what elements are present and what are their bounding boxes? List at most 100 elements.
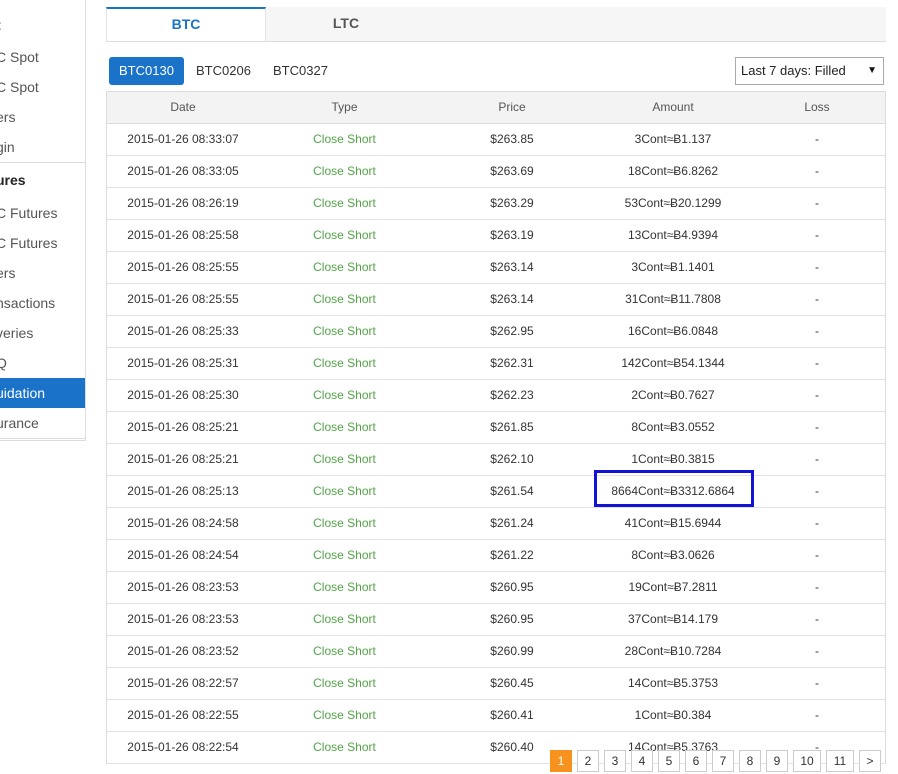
cell-loss: - — [815, 324, 819, 338]
cell-amount: 14Cont≈Ƀ5.3753 — [628, 676, 718, 690]
cell-date: 2015-01-26 08:24:58 — [127, 516, 239, 530]
cell-loss: - — [815, 260, 819, 274]
sidebar-item-label: veries — [0, 325, 34, 341]
cell-loss: - — [815, 708, 819, 722]
cell-price: $263.29 — [490, 196, 534, 210]
table-row: 2015-01-26 08:23:52 Close Short $260.99 28C… — [107, 636, 885, 668]
cell-price: $263.69 — [490, 164, 534, 178]
sidebar-item[interactable]: veries — [0, 318, 85, 348]
table-row: 2015-01-26 08:24:58 Close Short $261.24 41C… — [107, 508, 885, 540]
cell-price: $263.14 — [490, 260, 534, 274]
cell-type: Close Short — [313, 132, 376, 146]
cell-date: 2015-01-26 08:22:54 — [127, 740, 239, 754]
cell-amount: 3Cont≈Ƀ1.1401 — [631, 260, 715, 274]
tab-btc[interactable]: BTC — [106, 7, 266, 41]
cell-loss: - — [815, 164, 819, 178]
table-row: 2015-01-26 08:33:07 Close Short $263.85 3Co… — [107, 124, 885, 156]
cell-type: Close Short — [313, 228, 376, 242]
table-row: 2015-01-26 08:25:55 Close Short $263.14 3Co… — [107, 252, 885, 284]
liquidation-table: Date Type Price Amount Loss 2015-01-26 0… — [106, 91, 886, 764]
sidebar-item-label: C Futures — [0, 235, 58, 251]
sidebar-item[interactable]: C Futures — [0, 198, 85, 228]
cell-type: Close Short — [313, 164, 376, 178]
sidebar-item[interactable]: C Spot — [0, 42, 85, 72]
sidebar-item[interactable]: ers — [0, 258, 85, 288]
cell-type: Close Short — [313, 740, 376, 754]
sidebar-item[interactable]: ers — [0, 102, 85, 132]
cell-price: $262.10 — [490, 452, 534, 466]
table-body: 2015-01-26 08:33:07 Close Short $263.85 3Co… — [107, 124, 885, 764]
table-row: 2015-01-26 08:25:21 Close Short $261.85 8Co… — [107, 412, 885, 444]
cell-amount: 37Cont≈Ƀ14.179 — [628, 612, 718, 626]
sidebar-item-label: urance — [0, 415, 39, 431]
cell-loss: - — [815, 484, 819, 498]
cell-price: $261.22 — [490, 548, 534, 562]
cell-amount: 31Cont≈Ƀ11.7808 — [625, 292, 721, 306]
cell-amount: 142Cont≈Ƀ54.1344 — [621, 356, 725, 370]
cell-loss: - — [815, 228, 819, 242]
contract-btc0206[interactable]: BTC0206 — [186, 57, 261, 85]
cell-type: Close Short — [313, 484, 376, 498]
table-row: 2015-01-26 08:33:05 Close Short $263.69 18C… — [107, 156, 885, 188]
cell-amount: 8Cont≈Ƀ3.0626 — [631, 548, 715, 562]
dropdown-arrow-icon: ▼ — [867, 65, 877, 76]
cell-amount: 3Cont≈Ƀ1.137 — [634, 132, 712, 146]
cell-type: Close Short — [313, 324, 376, 338]
cell-type: Close Short — [313, 388, 376, 402]
cell-loss: - — [815, 292, 819, 306]
contract-btc0130[interactable]: BTC0130 — [109, 57, 184, 85]
cell-date: 2015-01-26 08:26:19 — [127, 196, 239, 210]
cell-amount: 41Cont≈Ƀ15.6944 — [624, 516, 722, 530]
cell-type: Close Short — [313, 196, 376, 210]
cell-date: 2015-01-26 08:23:53 — [127, 612, 239, 626]
cell-date: 2015-01-26 08:25:55 — [127, 292, 239, 306]
contract-btc0327[interactable]: BTC0327 — [263, 57, 338, 85]
cell-loss: - — [815, 452, 819, 466]
cell-loss: - — [815, 644, 819, 658]
cell-date: 2015-01-26 08:23:52 — [127, 644, 239, 658]
col-date-header: Date — [170, 100, 196, 114]
sidebar-item[interactable]: C Spot — [0, 72, 85, 102]
sidebar-item-label: ures — [0, 172, 26, 188]
cell-type: Close Short — [313, 548, 376, 562]
sidebar-item[interactable]: gin — [0, 132, 85, 162]
sidebar-item[interactable]: uidation — [0, 378, 85, 408]
sidebar-item[interactable]: C Futures — [0, 228, 85, 258]
market-tabs: BTC LTC — [106, 7, 886, 42]
cell-price: $261.54 — [490, 484, 534, 498]
date-filter-select[interactable]: Last 7 days: Filled ▼ — [735, 57, 884, 85]
cell-amount: 28Cont≈Ƀ10.7284 — [624, 644, 722, 658]
tab-ltc[interactable]: LTC — [266, 7, 426, 41]
cell-amount: 8Cont≈Ƀ3.0552 — [631, 420, 715, 434]
sidebar-divider — [0, 438, 85, 439]
col-amount-header: Amount — [652, 100, 694, 114]
cell-date: 2015-01-26 08:23:53 — [127, 580, 239, 594]
cell-loss: - — [815, 612, 819, 626]
cell-price: $262.31 — [490, 356, 534, 370]
cell-amount: 2Cont≈Ƀ0.7627 — [631, 388, 715, 402]
cell-loss: - — [815, 388, 819, 402]
cell-amount: 19Cont≈Ƀ7.2811 — [628, 580, 718, 594]
sidebar-item[interactable]: urance — [0, 408, 85, 438]
cell-date: 2015-01-26 08:25:21 — [127, 420, 239, 434]
cell-price: $263.14 — [490, 292, 534, 306]
sidebar-item-label: nsactions — [0, 295, 56, 311]
cell-amount: 1Cont≈Ƀ0.3815 — [631, 452, 715, 466]
cell-price: $262.95 — [490, 324, 534, 338]
sidebar-item[interactable]: nsactions — [0, 288, 85, 318]
cell-date: 2015-01-26 08:25:33 — [127, 324, 239, 338]
sidebar-item[interactable]: Q — [0, 348, 85, 378]
cell-loss: - — [815, 420, 819, 434]
sidebar-item-label: gin — [0, 139, 15, 155]
cell-date: 2015-01-26 08:22:57 — [127, 676, 239, 690]
table-row: 2015-01-26 08:25:31 Close Short $262.31 142… — [107, 348, 885, 380]
table-row: 2015-01-26 08:25:21 Close Short $262.10 1Co… — [107, 444, 885, 476]
cell-amount: 1Cont≈Ƀ0.384 — [634, 708, 712, 722]
table-row: 2015-01-26 08:25:58 Close Short $263.19 13C… — [107, 220, 885, 252]
sidebar-item-label: Q — [0, 348, 7, 378]
cell-type: Close Short — [313, 452, 376, 466]
sidebar-item-label: C Spot — [0, 79, 39, 95]
cell-date: 2015-01-26 08:25:31 — [127, 356, 239, 370]
cell-loss: - — [815, 516, 819, 530]
cell-loss: - — [815, 132, 819, 146]
